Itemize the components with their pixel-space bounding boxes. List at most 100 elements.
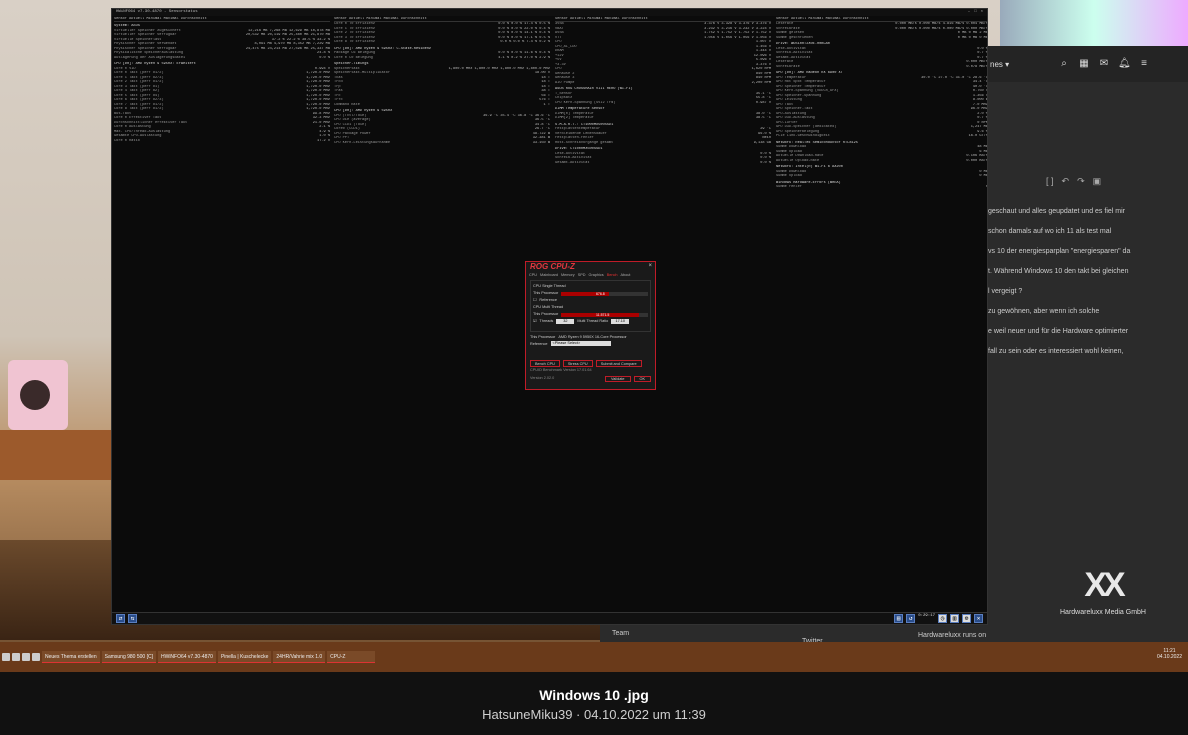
sensor-row[interactable]: CPU Kern-Spannung (SVI2 TFN) 0.987 V <box>555 101 771 106</box>
sensor-row[interactable]: Core 0 C0 Belegung 4.1 % 0.2 % 27.0 % 2.9… <box>334 56 550 61</box>
sensor-row[interactable]: PCIe Link-Geschwindigkeit 16.0 GT/s <box>776 134 988 139</box>
network-icon[interactable]: ▤ <box>894 614 904 623</box>
reference-label-2: Reference <box>530 342 548 346</box>
arrows-left-right-icon[interactable]: ⇄ <box>116 614 125 623</box>
cpuz-tabs: CPU Mainboard Memory SPD Graphics Bench About <box>526 272 655 278</box>
taskbar-button[interactable]: Pinella | Kuschelecke <box>217 651 272 663</box>
sensor-value: 0.0 % <box>760 160 771 165</box>
cpuz-tab-mainboard[interactable]: Mainboard <box>540 272 558 278</box>
threads-label: Threads <box>539 319 554 323</box>
threads-select[interactable]: 32 <box>556 319 575 324</box>
sensor-row[interactable]: Auslagerung der Auslagerungsdatei 0.0 % <box>114 56 330 61</box>
search-icon[interactable]: ⌕ <box>1058 58 1070 70</box>
validate-button[interactable]: Validate <box>605 376 631 382</box>
sensor-row[interactable]: Aktuelle Upload-Rate 0.000 KB/s <box>776 158 988 164</box>
sensor-value: 0.078 MB/s <box>966 64 988 69</box>
multi-thread-label: CPU Multi Thread <box>533 305 564 309</box>
cpuz-tab-cpu[interactable]: CPU <box>529 272 537 278</box>
sensor-row[interactable]: DIMM[2] Temperatur 38.5 °C <box>555 116 771 121</box>
reference-select[interactable]: <Please Select> <box>550 341 611 346</box>
sensor-value: 0.000 KB/s <box>966 158 988 163</box>
sensor-row[interactable]: AIO Pumpe 2,200 RPM <box>555 81 771 86</box>
grid-icon[interactable]: ▦ <box>1078 58 1090 70</box>
image-caption-bar: Windows 10 .jpg HatsuneMiku39 · 04.10.20… <box>0 672 1188 735</box>
submit-compare-button[interactable]: Submit and Compare <box>595 360 642 367</box>
close-icon[interactable]: × <box>981 9 983 16</box>
multi-thread-bar: 11.571.5 <box>561 312 648 317</box>
sensor-row[interactable]: Schreibrate 0.078 MB/s <box>776 64 988 70</box>
cpuz-tab-bench[interactable]: Bench <box>607 272 618 278</box>
hwinfo-titlebar: HWiNFO64 v7.30-4870 - Sensorstatus – □ × <box>112 9 987 16</box>
multi-thread-value: 11.571.5 <box>595 312 610 317</box>
single-thread-label: CPU Single Thread <box>533 284 566 288</box>
forum-toolbar: ⌕ ▦ ✉ 🔔︎ ≡ <box>988 46 1188 82</box>
threads-checkbox[interactable]: ☑ <box>533 318 536 325</box>
settings-gear-icon[interactable]: ⚙ <box>962 614 971 623</box>
sensor-row[interactable]: Core 0 Ratio 17.2 x <box>114 139 330 144</box>
stress-cpu-button[interactable]: Stress CPU <box>562 360 593 367</box>
redo-icon[interactable]: ↷ <box>1077 176 1085 187</box>
sensor-row[interactable]: Summe geschrieben 0 MB 0 MB 0 MB <box>776 36 987 41</box>
search-icon[interactable] <box>12 653 20 661</box>
close-icon[interactable]: × <box>648 263 652 269</box>
sensor-row[interactable]: Summe Fehler 0 <box>776 185 987 190</box>
post-line: schon damals auf wo ich 11 als test mal <box>988 228 1112 235</box>
ad-caption: Hardwareluxx Media GmbH <box>1060 609 1146 616</box>
menu-icon[interactable]: ≡ <box>1138 58 1150 70</box>
hardwareluxx-ad[interactable]: XX Hardwareluxx Media GmbH <box>1028 566 1178 646</box>
sensor-row[interactable]: CPU Kern-Leistungsaufnahme 33.150 W <box>334 141 550 146</box>
sensor-value: 33.150 W <box>532 140 550 145</box>
footer-team-link[interactable]: Team <box>612 630 629 637</box>
reset-icon[interactable]: ↺ <box>906 614 916 623</box>
multi-ratio-value: 17.10 <box>611 319 630 324</box>
bracket-icon[interactable]: [ ] <box>1046 176 1054 187</box>
sensor-row[interactable]: Command Rate 1 T <box>334 103 550 108</box>
bench-cpu-button[interactable]: Bench CPU <box>530 360 560 367</box>
clock-icon[interactable]: ◷ <box>938 614 947 623</box>
arrows-back-icon[interactable]: ⇆ <box>128 614 137 623</box>
taskbar-button[interactable]: Samsung 980 500 [C] <box>101 651 156 663</box>
exit-icon[interactable]: ✕ <box>974 614 983 623</box>
cpuz-tab-spd[interactable]: SPD <box>578 272 586 278</box>
sensor-column-2: Sensor Aktuell Minimal Maximal Durchschn… <box>334 17 550 617</box>
sensor-row[interactable]: Summe Upload 0 MB <box>776 174 988 179</box>
taskbar-clock[interactable]: 11:21 04.10.2022 <box>1157 648 1182 660</box>
taskbar-button[interactable]: CPU-Z <box>327 651 376 663</box>
report-icon[interactable]: ▥ <box>950 614 959 623</box>
multi-ratio-label: Multi Thread Ratio <box>577 319 609 323</box>
cpuz-window: ROG CPU-Z × CPU Mainboard Memory SPD Graphic… <box>525 261 656 390</box>
post-line: t. Während Windows 10 den takt bei gleic… <box>988 268 1129 275</box>
single-thread-bar: 676.8 <box>561 291 648 296</box>
cpuz-tab-about[interactable]: About <box>621 272 631 278</box>
sensor-row[interactable]: Core 8 T0 Effizienz 0.0 % 0.0 % 7.4 % 0.2… <box>334 40 550 45</box>
mail-icon[interactable]: ✉ <box>1098 58 1110 70</box>
cpuz-tab-memory[interactable]: Memory <box>561 272 575 278</box>
forum-nav-label[interactable]: nes ▾ <box>990 60 1009 69</box>
sensor-value: 16.0 GT/s <box>968 134 988 138</box>
sensor-row[interactable]: Host-Schreibvorgänge gesamt 9,138 GB <box>555 141 771 146</box>
taskbar-button[interactable]: HWiNFO64 v7.30-4870 <box>157 651 216 663</box>
single-thread-value: 676.8 <box>595 291 605 296</box>
this-processor-label: This Processor <box>533 291 559 295</box>
post-line: vs 10 der energiesparplan "energiesparen… <box>988 248 1131 255</box>
sensor-value: 0.987 V <box>755 100 771 105</box>
start-icon[interactable] <box>2 653 10 661</box>
column-header[interactable]: Sensor Aktuell Minimal Maximal Durchschn… <box>114 17 330 22</box>
minimize-icon[interactable]: – <box>968 9 970 16</box>
sensor-row[interactable]: Gesamt-Aktivität 0.0 % <box>555 161 771 166</box>
maximize-icon[interactable]: □ <box>974 9 976 16</box>
explorer-icon[interactable] <box>22 653 30 661</box>
save-icon[interactable]: ▣ <box>1093 176 1102 187</box>
undo-icon[interactable]: ↶ <box>1062 176 1070 187</box>
forum-post-text: geschaut und alles geupdatet und es fiel… <box>988 206 1188 366</box>
cpuz-tab-graphics[interactable]: Graphics <box>589 272 604 278</box>
bell-icon[interactable]: 🔔︎ <box>1118 58 1131 70</box>
ok-button[interactable]: OK <box>633 376 651 382</box>
reference-checkbox[interactable]: ☐ <box>533 297 536 304</box>
taskbar-button[interactable]: Neues Thema erstellen <box>42 651 100 663</box>
browser-icon[interactable] <box>32 653 40 661</box>
sensor-value: 0 MB <box>979 174 988 178</box>
taskbar-button[interactable]: 24HR/Vahrie mix 1.0 <box>273 651 326 663</box>
post-line: zu gewöhnen, aber wenn ich solche <box>988 308 1100 315</box>
this-processor-label-2: This Processor <box>533 312 559 316</box>
